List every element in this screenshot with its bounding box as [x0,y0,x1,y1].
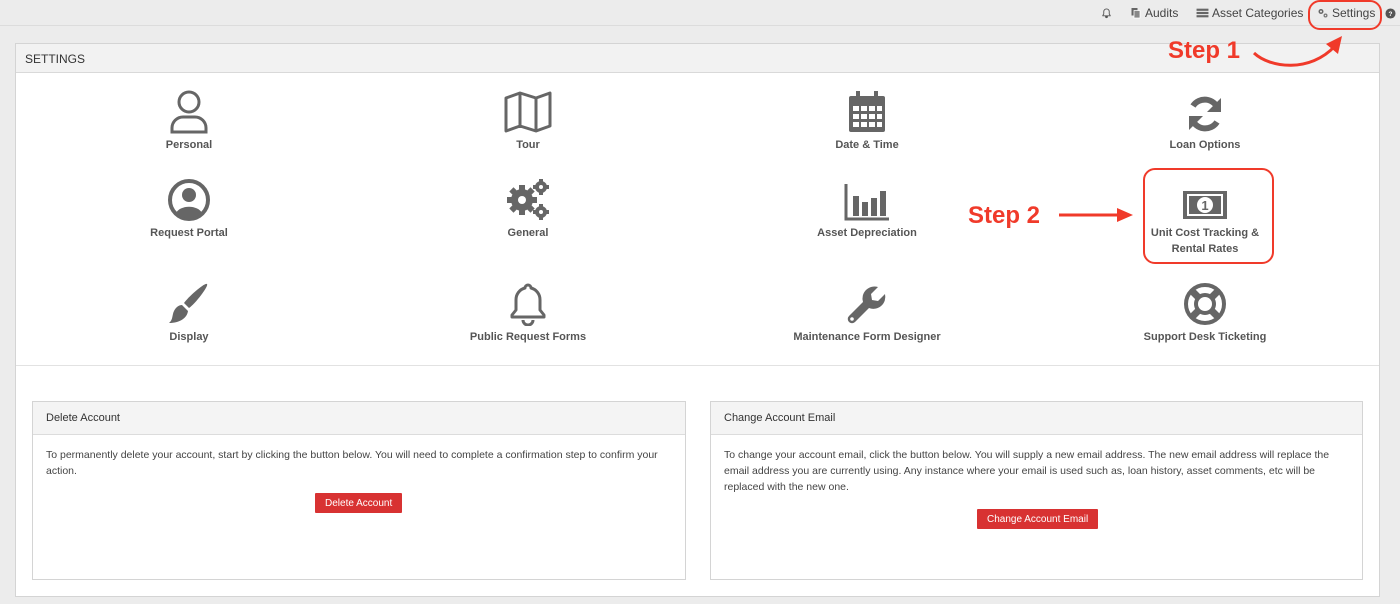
tile-request-portal[interactable]: Request Portal [79,176,299,241]
map-icon [504,91,552,133]
tile-label: Tour [516,139,540,151]
tile-public-request-forms[interactable]: Public Request Forms [418,280,638,345]
tile-label: Loan Options [1169,139,1241,151]
tile-label: Maintenance Form Designer [793,331,941,343]
delete-account-button[interactable]: Delete Account [315,493,403,513]
step1-label: Step 1 [1168,37,1241,64]
notifications-button[interactable] [1101,0,1115,26]
tile-label: Request Portal [150,227,228,239]
tile-support-desk-ticketing[interactable]: Support Desk Ticketing [1095,280,1315,345]
delete-account-description: To permanently delete your account, star… [46,449,658,477]
step2-label: Step 2 [968,202,1041,229]
tags-icon [1196,8,1209,18]
delete-account-panel: Delete Account To permanently delete you… [32,401,686,580]
tile-personal[interactable]: Personal [79,88,299,153]
tile-tour[interactable]: Tour [418,88,638,153]
tile-label: General [507,227,549,239]
step1-highlight-ring [1308,0,1382,30]
step2-highlight-ring [1143,168,1274,264]
tile-label: Support Desk Ticketing [1143,331,1267,343]
paint-brush-icon [169,283,208,323]
step2-arrow [1059,208,1133,222]
user-icon [170,90,208,134]
svg-text:?: ? [1389,10,1393,17]
calendar-icon [849,91,885,132]
step1-arrow [1252,36,1342,67]
change-email-title: Change Account Email [711,402,1362,435]
tile-display[interactable]: Display [79,280,299,345]
tile-label: Asset Depreciation [817,227,917,239]
nav-audits[interactable]: Audits [1130,0,1178,26]
cogs-icon [507,179,549,220]
tile-label: Display [169,331,209,343]
question-circle-icon: ? [1385,7,1396,19]
tile-label: Public Request Forms [469,331,587,343]
life-ring-icon [1184,283,1226,325]
tile-asset-depreciation[interactable]: Asset Depreciation [757,176,977,241]
help-button[interactable]: ? [1385,0,1399,26]
change-email-button[interactable]: Change Account Email [977,509,1099,529]
delete-account-title: Delete Account [33,402,685,435]
user-circle-icon [168,179,210,221]
nav-asset-categories-label: Asset Categories [1212,6,1304,20]
change-email-panel: Change Account Email To change your acco… [710,401,1363,580]
top-nav: Audits Asset Categories Settings ? [0,0,1400,26]
tile-label: Date & Time [835,139,899,151]
copy-icon [1131,8,1141,19]
bar-chart-icon [844,184,889,221]
tile-date-time[interactable]: Date & Time [757,88,977,153]
settings-panel: SETTINGS Personal Tour Date & Time Loan … [15,43,1380,597]
tile-loan-options[interactable]: Loan Options [1095,88,1315,153]
tile-general[interactable]: General [418,176,638,241]
bell-icon [1102,7,1111,18]
refresh-icon [1189,96,1221,132]
divider [16,365,1379,366]
tile-label: Personal [165,139,213,151]
wrench-icon [847,286,886,324]
change-email-description: To change your account email, click the … [724,449,1330,493]
tile-maintenance-form-designer[interactable]: Maintenance Form Designer [757,280,977,345]
bell-icon [510,283,546,326]
nav-audits-label: Audits [1145,6,1179,20]
nav-asset-categories[interactable]: Asset Categories [1196,0,1303,26]
